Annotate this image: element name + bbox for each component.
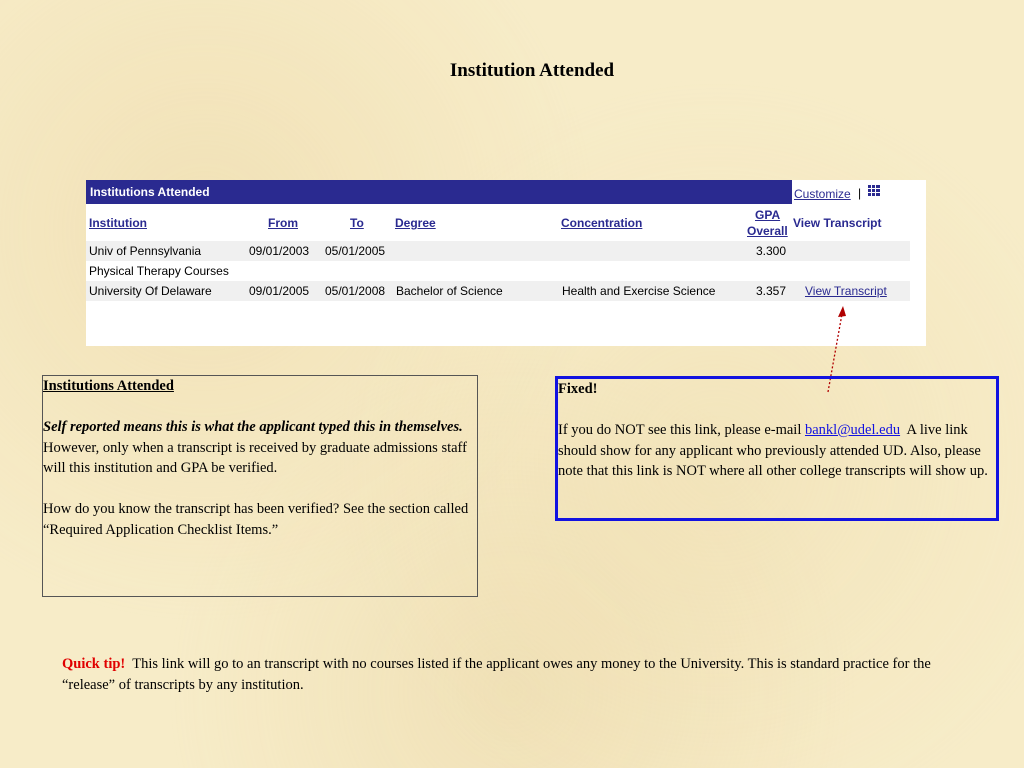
fixed-note: Fixed! If you do NOT see this link, plea… — [555, 376, 999, 521]
col-institution[interactable]: Institution — [89, 216, 147, 230]
quick-tip: Quick tip! This link will go to an trans… — [62, 654, 962, 696]
grid-customize-area: Customize | — [792, 180, 910, 204]
page-title: Institution Attended — [449, 60, 615, 81]
cell-to: 05/01/2008 — [325, 284, 386, 298]
grid-header: Institutions Attended Customize | — [86, 180, 910, 204]
customize-link[interactable]: Customize — [794, 187, 851, 201]
tip-label: Quick tip! — [62, 656, 126, 672]
col-view-transcript: View Transcript — [793, 216, 882, 230]
cell-institution: Univ of Pennsylvania — [89, 244, 202, 258]
note-paragraph: Self reported means this is what the app… — [43, 417, 477, 479]
cell-gpa: 3.357 — [756, 284, 787, 298]
cell-from: 09/01/2005 — [249, 284, 310, 298]
col-gpa-line1[interactable]: GPA — [755, 208, 780, 222]
fixed-text-before: If you do NOT see this link, please e-ma… — [558, 422, 802, 438]
note-body1: However, only when a transcript is recei… — [43, 439, 467, 477]
note-italic: Self reported means this is what the app… — [43, 419, 463, 435]
email-link[interactable]: bankl@udel.edu — [805, 422, 900, 438]
fixed-heading: Fixed! — [558, 381, 598, 397]
cell-degree: Bachelor of Science — [396, 284, 503, 298]
cell-gpa: 3.300 — [756, 244, 787, 258]
cell-from: 09/01/2003 — [249, 244, 310, 258]
institutions-grid: Institutions Attended Customize | Instit… — [86, 180, 926, 346]
self-reported-note: Institutions Attended Self reported mean… — [42, 375, 478, 597]
col-from[interactable]: From — [268, 216, 298, 230]
col-concentration[interactable]: Concentration — [561, 216, 642, 230]
cell-institution: University Of Delaware — [89, 284, 212, 298]
note-heading: Institutions Attended — [43, 378, 174, 394]
tip-text: This link will go to an transcript with … — [62, 656, 931, 693]
arrow-head — [838, 306, 846, 317]
col-degree[interactable]: Degree — [395, 216, 436, 230]
col-gpa-line2[interactable]: Overall — [747, 224, 788, 238]
separator: | — [858, 186, 862, 200]
table-row: Physical Therapy Courses — [86, 261, 910, 281]
fixed-paragraph: If you do NOT see this link, please e-ma… — [558, 420, 996, 482]
table-row: Univ of Pennsylvania 09/01/2003 05/01/20… — [86, 241, 910, 261]
note-body2: How do you know the transcript has been … — [43, 501, 469, 538]
table-row: University Of Delaware 09/01/2005 05/01/… — [86, 281, 910, 301]
grid-icon[interactable] — [868, 185, 880, 196]
cell-institution: Physical Therapy Courses — [89, 264, 229, 278]
cell-concentration: Health and Exercise Science — [562, 284, 716, 298]
col-to[interactable]: To — [350, 216, 364, 230]
cell-to: 05/01/2005 — [325, 244, 386, 258]
view-transcript-link[interactable]: View Transcript — [805, 284, 887, 298]
grid-title: Institutions Attended — [90, 185, 210, 199]
